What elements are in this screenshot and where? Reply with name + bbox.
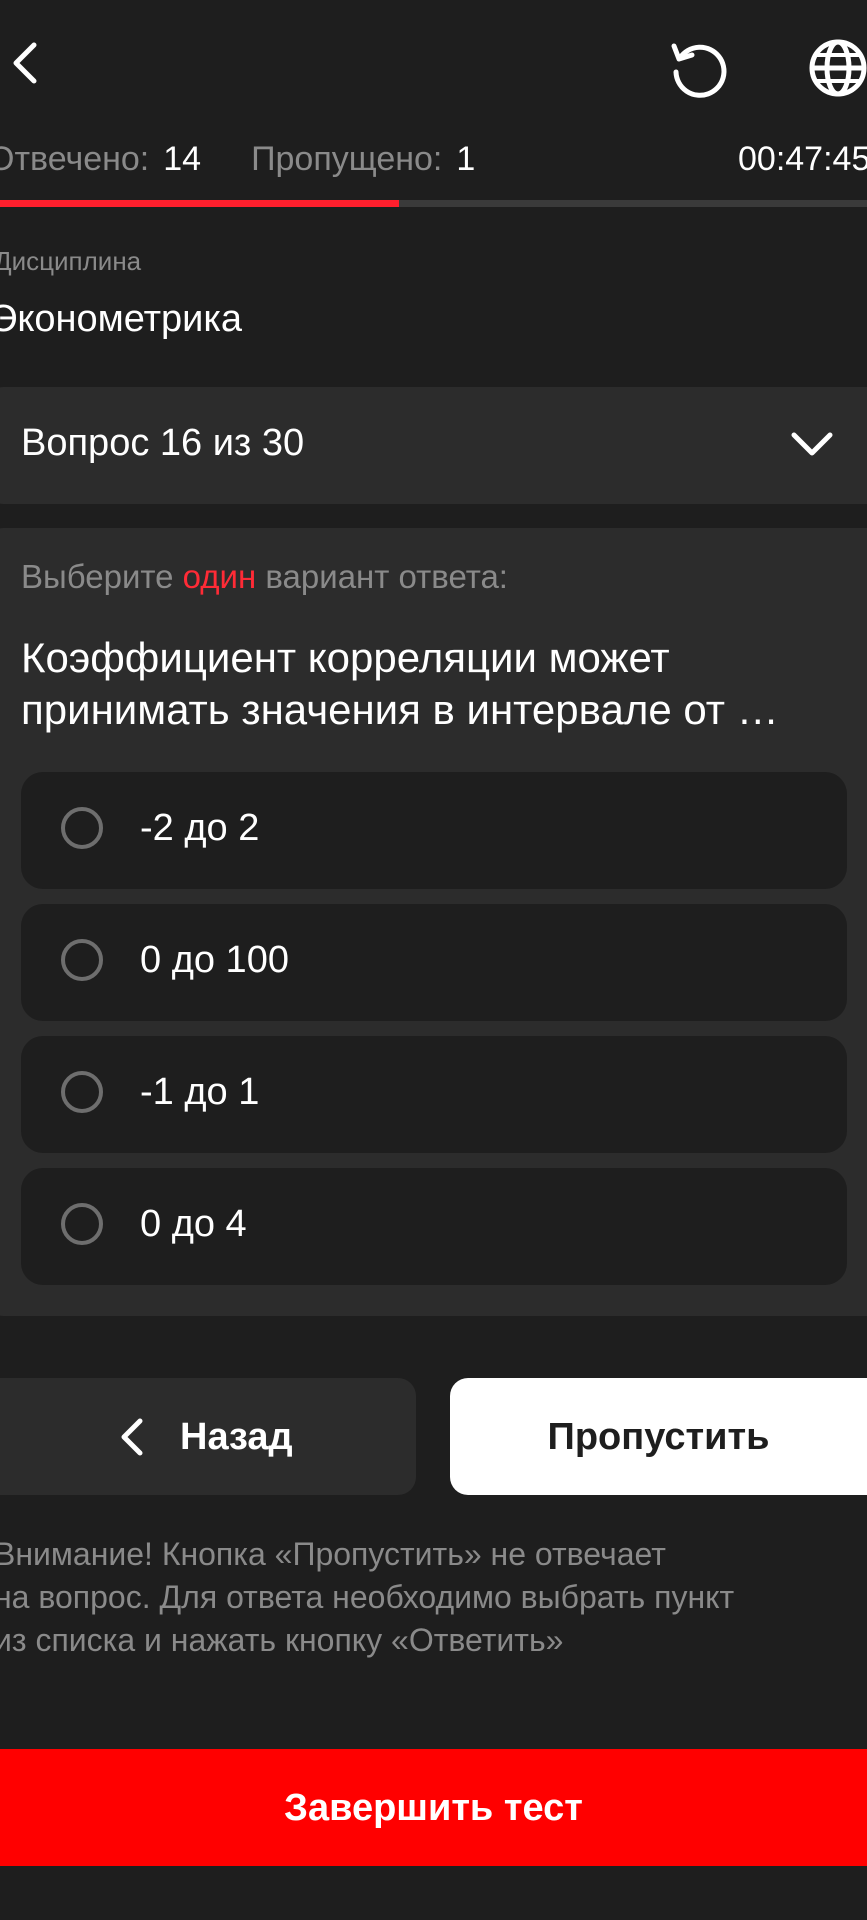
warning-line: из списка и нажать кнопку «Ответить» xyxy=(0,1622,564,1658)
radio-icon[interactable] xyxy=(61,807,103,849)
refresh-icon[interactable] xyxy=(660,30,736,106)
discipline-value: Эконометрика xyxy=(0,298,242,340)
answer-option[interactable]: 0 до 4 xyxy=(21,1168,847,1285)
answer-option-label: -2 до 2 xyxy=(140,807,260,849)
answer-option[interactable]: -2 до 2 xyxy=(21,772,847,889)
answered-count: 14 xyxy=(163,140,202,178)
question-card: Выберите один вариант ответа: Коэффициен… xyxy=(0,528,867,1316)
answer-instruction: Выберите один вариант ответа: xyxy=(21,558,508,596)
back-button[interactable]: Назад xyxy=(0,1378,416,1495)
progress-fill xyxy=(0,200,399,207)
back-button-label: Назад xyxy=(180,1416,293,1458)
warning-text: Внимание! Кнопка «Пропустить» не отвечае… xyxy=(0,1533,824,1662)
radio-icon[interactable] xyxy=(61,1071,103,1113)
discipline-label: Дисциплина xyxy=(0,246,142,276)
warning-line: на вопрос. Для ответа необходимо выбрать… xyxy=(0,1579,735,1615)
skip-button[interactable]: Пропустить xyxy=(450,1378,867,1495)
instruction-accent: один xyxy=(182,558,257,595)
radio-icon[interactable] xyxy=(61,939,103,981)
skipped-label: Пропущено: xyxy=(251,140,443,178)
finish-test-button-label: Завершить тест xyxy=(284,1787,583,1829)
timer: 00:47:45 xyxy=(738,140,867,178)
progress-bar xyxy=(0,200,867,207)
question-selector[interactable]: Вопрос 16 из 30 xyxy=(0,387,867,504)
answer-option-label: 0 до 4 xyxy=(140,1203,247,1245)
chevron-left-icon xyxy=(120,1418,144,1456)
instruction-suffix: вариант ответа: xyxy=(256,558,508,595)
skipped-count: 1 xyxy=(456,140,476,178)
question-number-label: Вопрос 16 из 30 xyxy=(21,422,305,464)
chevron-down-icon xyxy=(790,425,834,465)
answer-option[interactable]: 0 до 100 xyxy=(21,904,847,1021)
warning-line: Внимание! Кнопка «Пропустить» не отвечае… xyxy=(0,1536,666,1572)
answered-label: Отвечено: xyxy=(0,140,150,178)
answer-option-label: -1 до 1 xyxy=(140,1071,260,1113)
answer-option-label: 0 до 100 xyxy=(140,939,289,981)
skip-button-label: Пропустить xyxy=(547,1416,770,1458)
back-icon[interactable] xyxy=(0,28,50,98)
instruction-prefix: Выберите xyxy=(21,558,183,595)
answer-option[interactable]: -1 до 1 xyxy=(21,1036,847,1153)
globe-icon[interactable] xyxy=(800,30,867,106)
finish-test-button[interactable]: Завершить тест xyxy=(0,1749,867,1866)
radio-icon[interactable] xyxy=(61,1203,103,1245)
stats-row: Отвечено: 14 Пропущено: 1 xyxy=(0,140,475,179)
question-text: Коэффициент корреляции может принимать з… xyxy=(21,634,779,733)
